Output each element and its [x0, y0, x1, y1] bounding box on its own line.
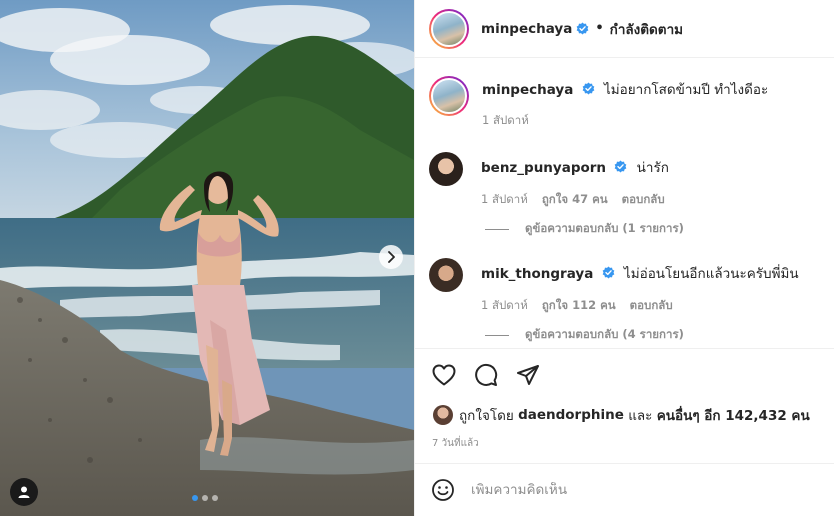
caption: minpechaya ไม่อยากโสดข้ามปี ทำไงดีอะ 1 ส… — [429, 76, 824, 130]
comments-list[interactable]: minpechaya ไม่อยากโสดข้ามปี ทำไงดีอะ 1 ส… — [415, 58, 834, 348]
post-time[interactable]: 7 วันที่แล้ว — [432, 436, 479, 451]
carousel-dot — [192, 495, 198, 501]
emoji-icon[interactable] — [431, 478, 455, 502]
liked-by: ถูกใจโดย daendorphine และ คนอื่นๆ อีก 14… — [433, 404, 810, 426]
liked-by-conj: และ — [628, 408, 653, 424]
verified-badge-icon — [602, 266, 614, 279]
divider — [415, 348, 834, 349]
comment-username[interactable]: mik_thongraya — [481, 266, 593, 282]
chevron-right-icon — [388, 251, 395, 263]
comment-username[interactable]: benz_punyaporn — [481, 160, 606, 176]
header-separator: • — [595, 21, 604, 36]
carousel-next-button[interactable] — [379, 245, 403, 269]
user-icon — [18, 486, 30, 498]
avatar[interactable] — [429, 76, 469, 116]
tagged-users-button[interactable] — [10, 478, 38, 506]
post-header: minpechaya • กำลังติดตาม — [415, 0, 834, 58]
avatar[interactable] — [429, 258, 463, 292]
liked-by-prefix: ถูกใจโดย — [459, 408, 514, 424]
comment-input[interactable] — [471, 482, 791, 498]
comment-username[interactable]: minpechaya — [482, 82, 573, 98]
comment-button[interactable] — [473, 362, 499, 388]
comment-text: ไม่อยากโสดข้ามปี ทำไงดีอะ — [603, 82, 769, 98]
view-replies-label: ดูข้อความตอบกลับ (4 รายการ) — [525, 327, 684, 341]
comment-item: mik_thongraya ไม่อ่อนโยนอีกแล้วนะครับพี่… — [429, 258, 824, 315]
carousel-dot — [202, 495, 208, 501]
verified-badge-icon — [582, 82, 594, 95]
comment-likes[interactable]: ถูกใจ 47 คน — [542, 191, 608, 209]
post-actions — [431, 362, 541, 388]
comment-text: น่ารัก — [636, 160, 669, 176]
author-username[interactable]: minpechaya — [481, 21, 572, 37]
avatar[interactable] — [429, 152, 463, 186]
heart-icon — [432, 364, 456, 386]
liked-by-user[interactable]: daendorphine — [518, 407, 624, 423]
likes-count[interactable]: คนอื่นๆ อีก 142,432 คน — [657, 404, 810, 426]
post-image — [0, 0, 414, 516]
view-replies-label: ดูข้อความตอบกลับ (1 รายการ) — [525, 221, 684, 235]
following-button[interactable]: กำลังติดตาม — [610, 18, 683, 40]
verified-badge-icon — [614, 160, 627, 173]
share-button[interactable] — [515, 362, 541, 388]
comment-item: benz_punyaporn น่ารัก 1 สัปดาห์ ถูกใจ 47… — [429, 152, 824, 209]
avatar[interactable] — [433, 405, 453, 425]
paper-plane-icon — [517, 365, 539, 385]
view-replies-button[interactable]: ดูข้อความตอบกลับ (1 รายการ) — [485, 220, 684, 238]
post-details-panel: minpechaya • กำลังติดตาม minpechaya ไม่อ… — [414, 0, 834, 516]
comment-bubble-icon — [475, 364, 498, 386]
reply-button[interactable]: ตอบกลับ — [622, 191, 665, 209]
comment-time[interactable]: 1 สัปดาห์ — [481, 297, 528, 315]
comment-likes[interactable]: ถูกใจ 112 คน — [542, 297, 616, 315]
avatar[interactable] — [429, 8, 469, 49]
comment-time[interactable]: 1 สัปดาห์ — [482, 112, 529, 130]
carousel-indicator — [192, 495, 218, 501]
reply-button[interactable]: ตอบกลับ — [630, 297, 673, 315]
verified-badge-icon — [576, 22, 589, 35]
add-comment-bar — [431, 478, 791, 502]
post-photo[interactable] — [0, 0, 414, 516]
view-replies-button[interactable]: ดูข้อความตอบกลับ (4 รายการ) — [485, 326, 684, 344]
comment-text: ไม่อ่อนโยนอีกแล้วนะครับพี่มิน — [623, 266, 799, 282]
comment-time[interactable]: 1 สัปดาห์ — [481, 191, 528, 209]
carousel-dot — [212, 495, 218, 501]
divider — [415, 463, 834, 464]
like-button[interactable] — [431, 362, 457, 388]
